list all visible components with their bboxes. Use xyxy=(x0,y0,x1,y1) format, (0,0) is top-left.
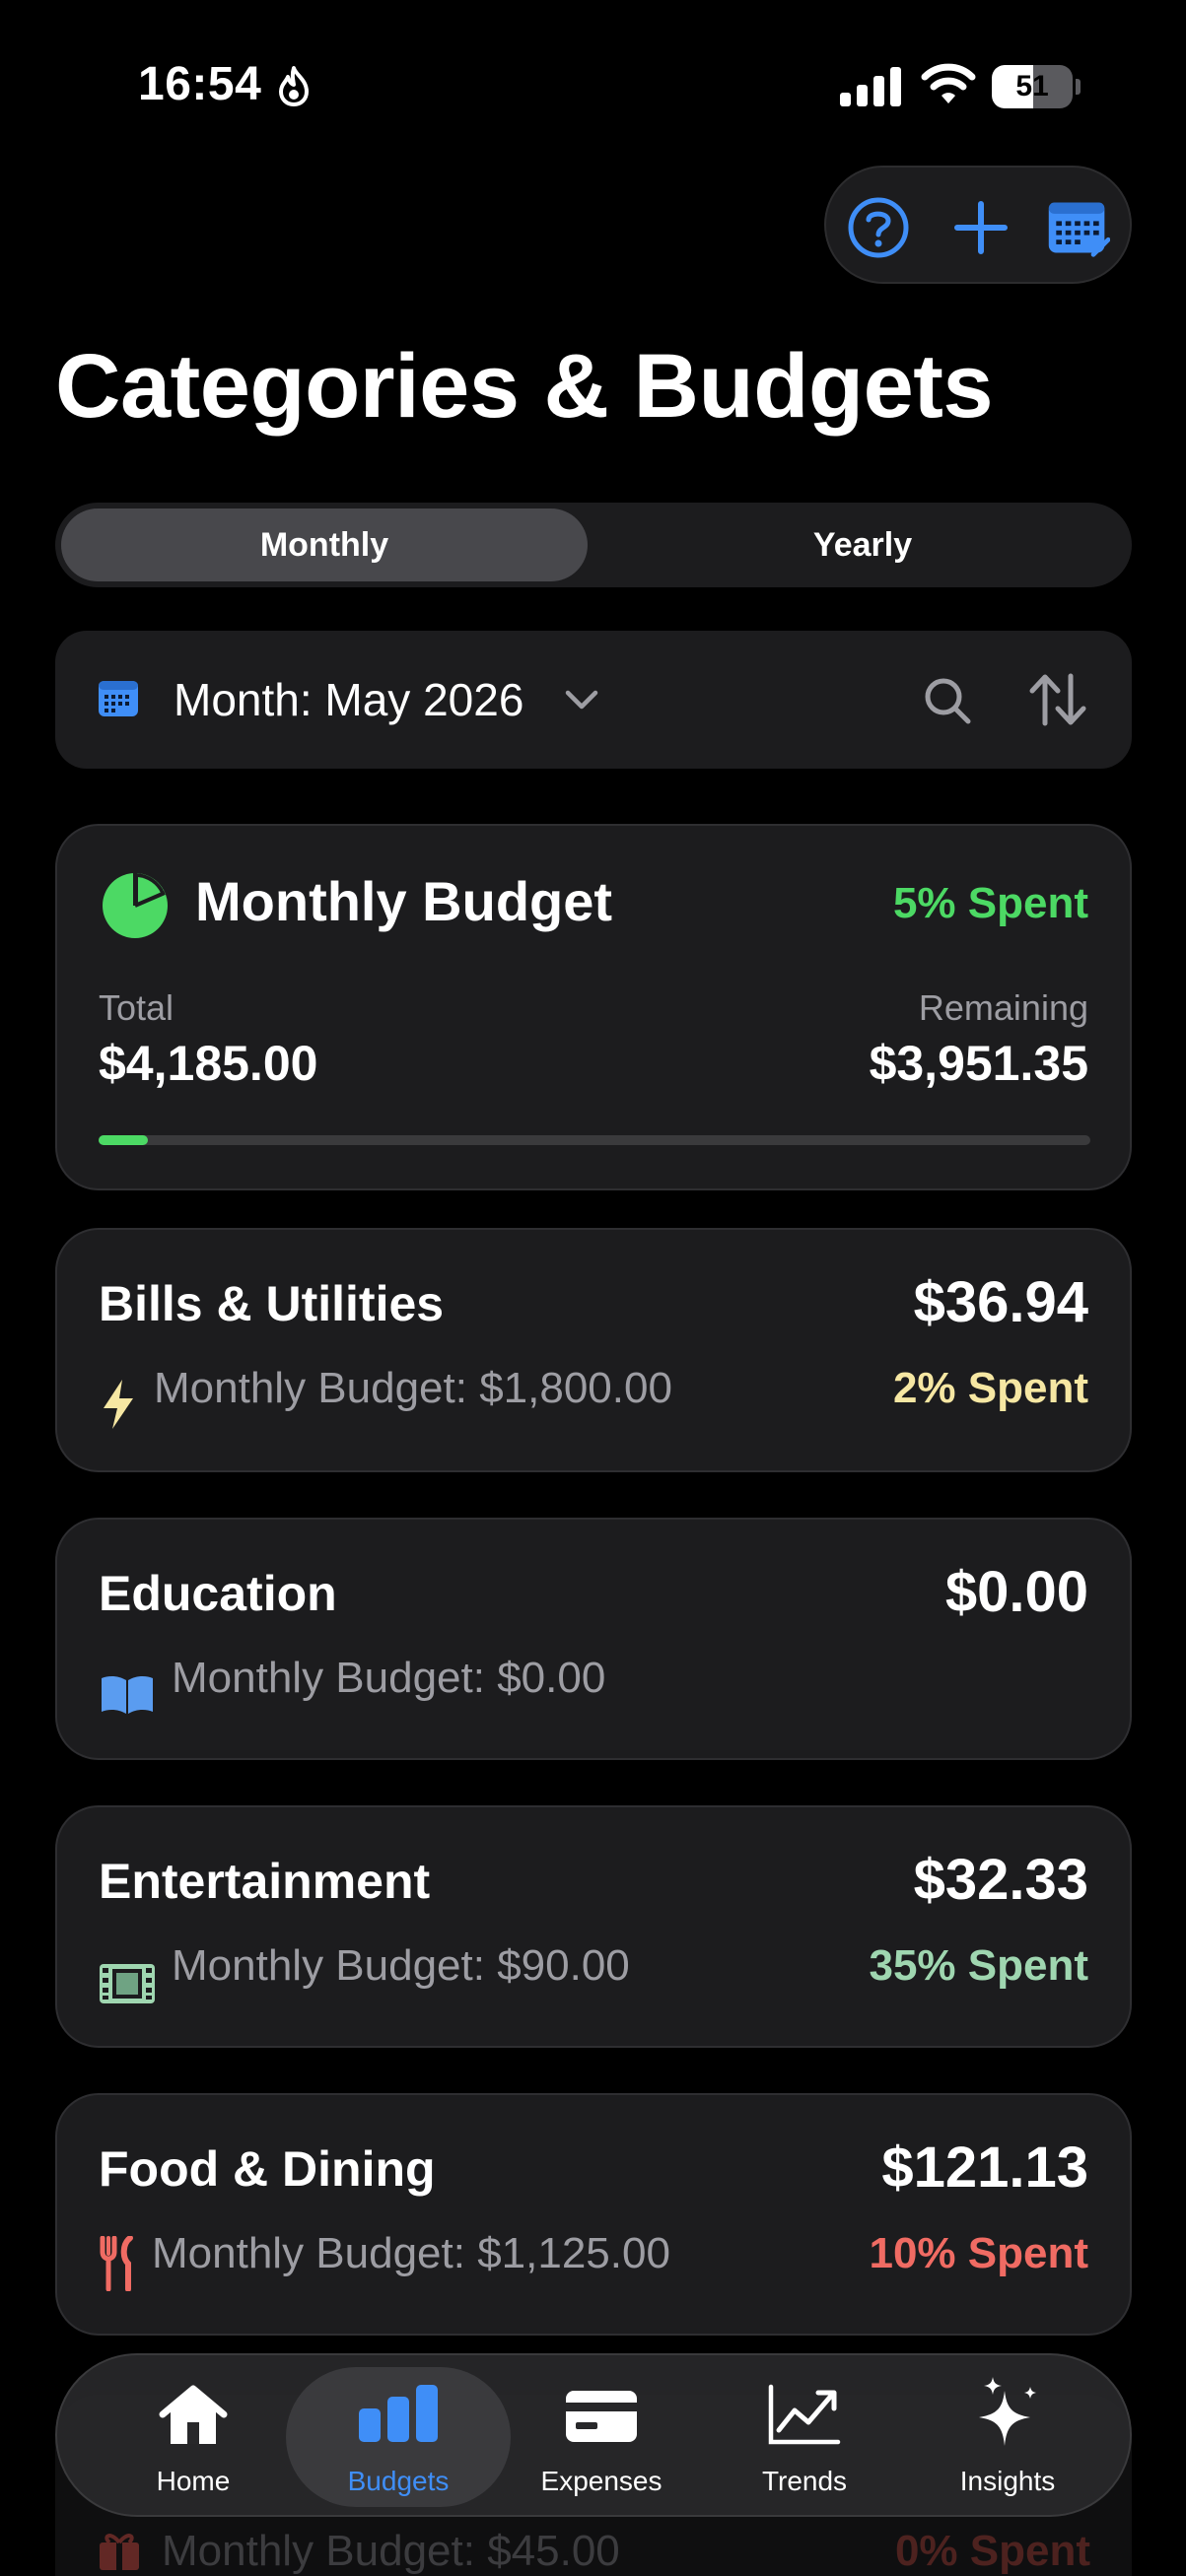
calendar-button[interactable] xyxy=(1045,195,1110,260)
add-icon xyxy=(954,201,1008,254)
book-icon xyxy=(99,1665,156,1723)
category-name: Education xyxy=(99,1566,337,1621)
bolt-icon xyxy=(99,1376,156,1433)
tab-expenses[interactable]: Expenses xyxy=(503,2355,700,2519)
remaining-value: $3,951.35 xyxy=(869,1036,1088,1091)
category-budget: Monthly Budget: $90.00 xyxy=(172,1941,630,1990)
category-budget: Monthly Budget: $1,800.00 xyxy=(154,1364,672,1412)
month-filter-bar: Month: May 2026 xyxy=(55,631,1132,769)
calendar-icon xyxy=(1048,202,1110,257)
tab-label: Expenses xyxy=(540,2466,663,2496)
tab-yearly[interactable]: Yearly xyxy=(599,508,1126,581)
tab-home[interactable]: Home xyxy=(95,2355,292,2519)
category-spent-percent: 2% Spent xyxy=(892,1364,1088,1412)
category-name: Entertainment xyxy=(99,1854,431,1909)
tab-monthly[interactable]: Monthly xyxy=(61,508,588,581)
calendar-icon xyxy=(99,681,138,716)
bar-chart-icon xyxy=(359,2385,438,2442)
category-spent-percent: 35% Spent xyxy=(869,1941,1088,1990)
total-label: Total xyxy=(99,987,174,1028)
category-card-entertainment[interactable]: Entertainment $32.33 Monthly Budget: $90… xyxy=(55,1805,1132,2048)
battery-percent: 51 xyxy=(1015,70,1049,102)
sparkles-icon xyxy=(979,2377,1036,2446)
tab-insights[interactable]: Insights xyxy=(909,2355,1106,2519)
category-budget: Monthly Budget: $45.00 xyxy=(162,2527,620,2575)
flame-icon xyxy=(279,66,309,106)
status-time: 16:54 xyxy=(138,58,262,110)
card-icon xyxy=(566,2391,637,2442)
total-value: $4,185.00 xyxy=(99,1036,318,1091)
pie-chart-icon xyxy=(103,873,168,938)
add-button[interactable] xyxy=(948,195,1013,260)
remaining-label: Remaining xyxy=(918,987,1088,1028)
month-picker[interactable]: Month: May 2026 xyxy=(174,631,523,769)
bottom-tab-bar: Home Budgets Expenses Trends Insights xyxy=(55,2353,1132,2517)
status-bar: 16:54 51 xyxy=(0,0,1186,168)
tab-budgets[interactable]: Budgets xyxy=(286,2355,511,2519)
category-amount: $36.94 xyxy=(913,1270,1088,1334)
category-name: Bills & Utilities xyxy=(99,1276,445,1331)
film-icon xyxy=(99,1955,156,2012)
top-toolbar xyxy=(824,166,1132,284)
wifi-icon xyxy=(921,63,976,103)
category-budget: Monthly Budget: $0.00 xyxy=(172,1654,606,1702)
summary-title: Monthly Budget xyxy=(195,870,613,932)
budget-progress-bar xyxy=(99,1135,1090,1145)
category-budget: Monthly Budget: $1,125.00 xyxy=(152,2229,670,2277)
gift-icon xyxy=(100,2534,139,2570)
category-amount: $0.00 xyxy=(944,1560,1088,1624)
tab-label: Insights xyxy=(959,2466,1056,2496)
summary-spent-percent: 5% Spent xyxy=(892,879,1088,927)
category-spent-percent: 10% Spent xyxy=(869,2229,1088,2277)
category-amount: $32.33 xyxy=(913,1848,1088,1912)
category-card-education[interactable]: Education $0.00 Monthly Budget: $0.00 xyxy=(55,1518,1132,1760)
monthly-budget-card[interactable]: Monthly Budget 5% Spent Total $4,185.00 … xyxy=(55,824,1132,1190)
category-card-food-dining[interactable]: Food & Dining $121.13 Monthly Budget: $1… xyxy=(55,2093,1132,2336)
help-icon xyxy=(848,197,909,258)
category-spent-percent: 0% Spent xyxy=(894,2527,1090,2575)
house-icon xyxy=(159,2385,228,2444)
category-card-bills-utilities[interactable]: Bills & Utilities $36.94 Monthly Budget:… xyxy=(55,1228,1132,1472)
trend-icon xyxy=(768,2384,841,2445)
battery-indicator: 51 xyxy=(992,65,1081,108)
tab-label: Budgets xyxy=(347,2466,450,2496)
signal-icon xyxy=(840,67,901,106)
sort-icon[interactable] xyxy=(1027,672,1088,727)
tab-label: Trends xyxy=(761,2466,848,2496)
category-amount: $121.13 xyxy=(881,2135,1088,2200)
budget-progress-fill xyxy=(99,1135,149,1145)
period-segmented-control: Monthly Yearly xyxy=(55,503,1132,587)
help-button[interactable] xyxy=(846,195,911,260)
search-icon[interactable] xyxy=(923,676,972,725)
category-name: Food & Dining xyxy=(99,2141,436,2197)
page-title: Categories & Budgets xyxy=(55,336,994,437)
tab-label: Home xyxy=(156,2466,231,2496)
tab-trends[interactable]: Trends xyxy=(706,2355,903,2519)
chevron-down-icon[interactable] xyxy=(564,688,599,712)
fork-knife-icon xyxy=(99,2235,156,2292)
